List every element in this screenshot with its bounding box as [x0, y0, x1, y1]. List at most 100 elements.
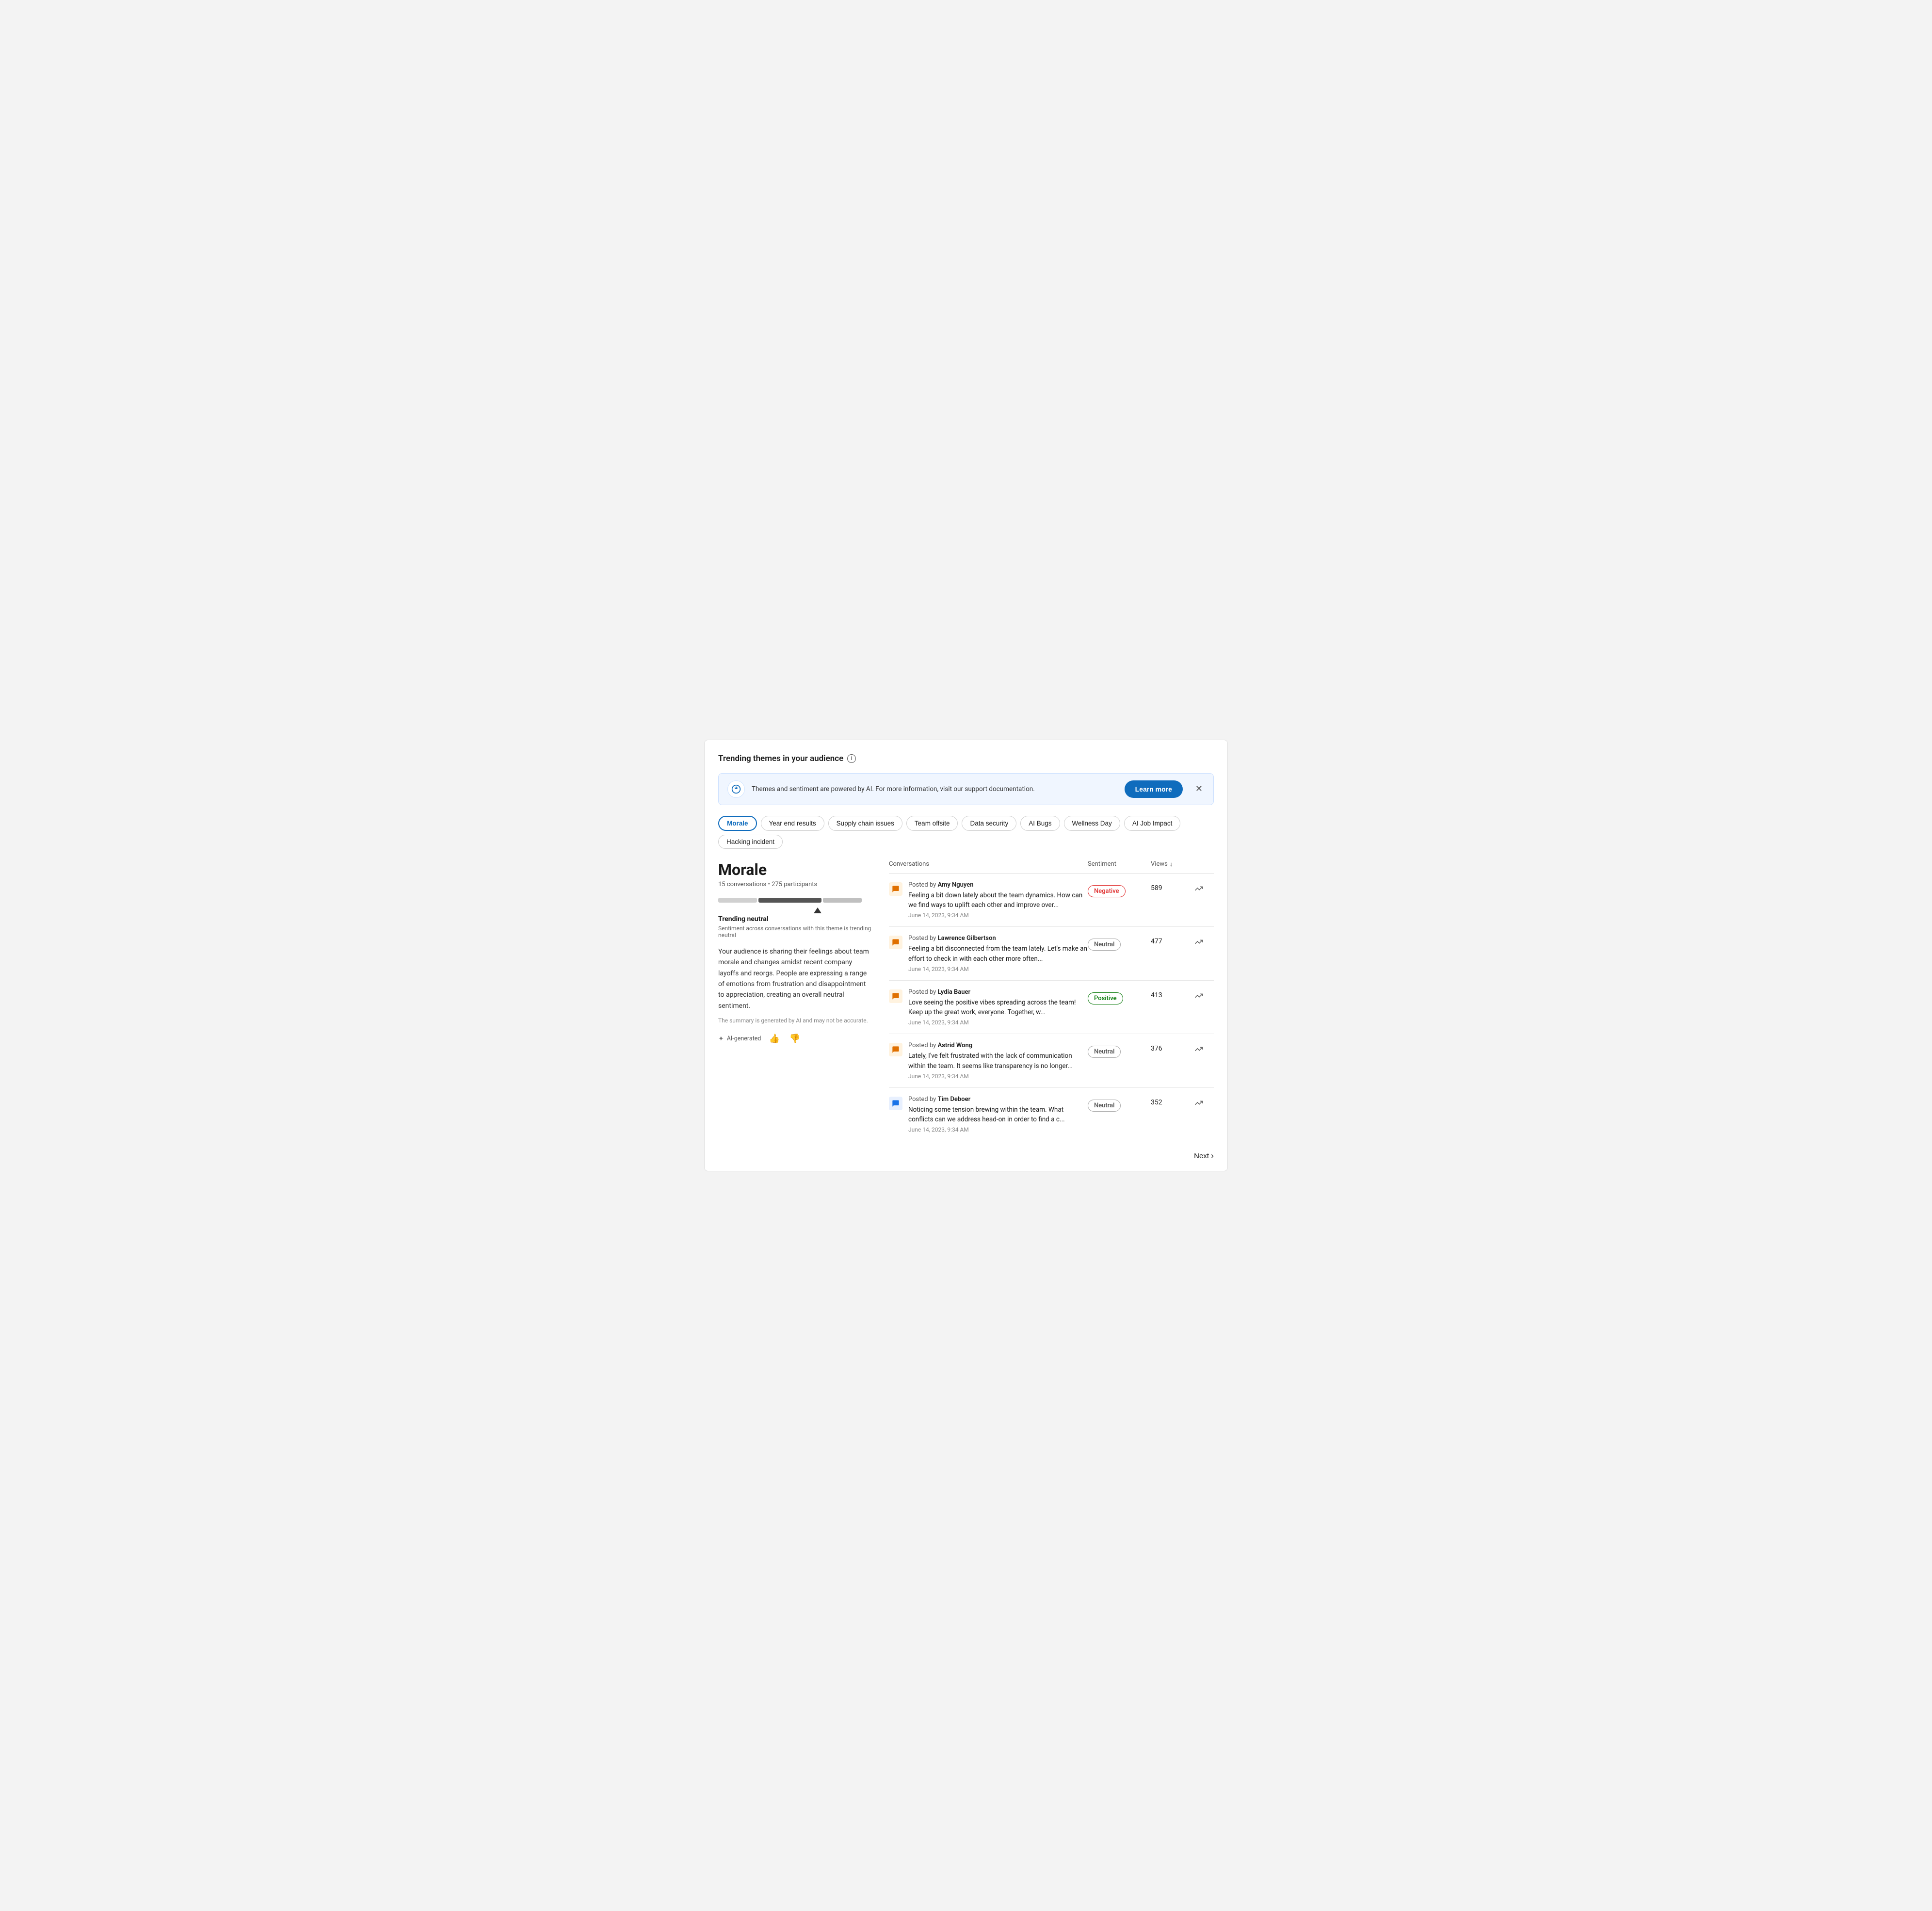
- conv-text: Feeling a bit down lately about the team…: [908, 891, 1088, 910]
- conv-views: 413: [1151, 988, 1194, 999]
- trending-label: Trending neutral: [718, 915, 873, 923]
- sentiment-bar-container: [718, 896, 873, 913]
- tag-ai-job-impact[interactable]: AI Job Impact: [1124, 816, 1181, 831]
- sentiment-badge: Negative: [1088, 885, 1126, 897]
- thumbs-down-button[interactable]: 👎: [788, 1032, 802, 1046]
- ai-badge-label: AI-generated: [727, 1035, 761, 1042]
- learn-more-button[interactable]: Learn more: [1125, 780, 1183, 798]
- page-title-text: Trending themes in your audience: [718, 754, 843, 763]
- right-panel: Conversations Sentiment Views ↓ Posted b…: [889, 860, 1214, 1162]
- left-panel: Morale 15 conversations • 275 participan…: [718, 860, 873, 1162]
- conversations-list: Posted by Amy Nguyen Feeling a bit down …: [889, 874, 1214, 1142]
- tag-ai-bugs[interactable]: AI Bugs: [1020, 816, 1060, 831]
- sentiment-badge: Neutral: [1088, 939, 1121, 951]
- trending-sublabel: Sentiment across conversations with this…: [718, 925, 873, 939]
- table-row: Posted by Tim Deboer Noticing some tensi…: [889, 1088, 1214, 1142]
- conv-text: Love seeing the positive vibes spreading…: [908, 998, 1088, 1018]
- conv-main: Posted by Tim Deboer Noticing some tensi…: [889, 1096, 1088, 1134]
- banner-text: Themes and sentiment are powered by AI. …: [752, 785, 1118, 793]
- thumbs-up-button[interactable]: 👍: [767, 1032, 781, 1046]
- banner-icon: [727, 780, 745, 798]
- conv-views: 376: [1151, 1042, 1194, 1053]
- conv-date: June 14, 2023, 9:34 AM: [908, 1073, 1088, 1080]
- bar-indicator: [718, 907, 873, 913]
- conv-views: 477: [1151, 935, 1194, 945]
- tag-team-offsite[interactable]: Team offsite: [906, 816, 958, 831]
- tag-year-end-results[interactable]: Year end results: [761, 816, 824, 831]
- tags-section: Morale Year end results Supply chain issue…: [718, 816, 1214, 849]
- bar-negative: [718, 898, 757, 903]
- sentiment-cell: Neutral: [1088, 1042, 1151, 1058]
- conv-main: Posted by Astrid Wong Lately, I've felt …: [889, 1042, 1088, 1080]
- conv-action[interactable]: [1194, 988, 1214, 1002]
- trend-icon[interactable]: [1194, 938, 1203, 948]
- trend-icon[interactable]: [1194, 1099, 1203, 1109]
- table-header: Conversations Sentiment Views ↓: [889, 860, 1214, 874]
- trend-icon[interactable]: [1194, 884, 1203, 895]
- sentiment-bar: [718, 896, 873, 905]
- table-row: Posted by Astrid Wong Lately, I've felt …: [889, 1034, 1214, 1088]
- content-area: Morale 15 conversations • 275 participan…: [718, 860, 1214, 1162]
- col-conversations: Conversations: [889, 860, 1088, 868]
- conv-action[interactable]: [1194, 881, 1214, 895]
- tag-morale[interactable]: Morale: [718, 816, 757, 831]
- conv-main: Posted by Lawrence Gilbertson Feeling a …: [889, 935, 1088, 972]
- bar-positive: [823, 898, 862, 903]
- conv-action[interactable]: [1194, 1042, 1214, 1055]
- tags-row-1: Morale Year end results Supply chain issue…: [718, 816, 1214, 831]
- sentiment-cell: Neutral: [1088, 935, 1151, 951]
- ai-sparkle-icon: ✦: [718, 1035, 724, 1043]
- tag-wellness-day[interactable]: Wellness Day: [1064, 816, 1120, 831]
- sentiment-badge: Neutral: [1088, 1046, 1121, 1058]
- page-title: Trending themes in your audience i: [718, 754, 1214, 763]
- conv-date: June 14, 2023, 9:34 AM: [908, 1019, 1088, 1026]
- next-label: Next: [1194, 1152, 1209, 1160]
- conv-body: Posted by Lawrence Gilbertson Feeling a …: [908, 935, 1088, 972]
- bar-triangle: [814, 907, 821, 913]
- conv-author: Posted by Astrid Wong: [908, 1042, 1088, 1049]
- col-sentiment: Sentiment: [1088, 860, 1151, 868]
- tags-row-2: Hacking incident: [718, 835, 1214, 849]
- conv-author: Posted by Lawrence Gilbertson: [908, 935, 1088, 942]
- conv-action[interactable]: [1194, 935, 1214, 948]
- sentiment-cell: Positive: [1088, 988, 1151, 1004]
- table-row: Posted by Amy Nguyen Feeling a bit down …: [889, 874, 1214, 927]
- tag-supply-chain-issues[interactable]: Supply chain issues: [828, 816, 902, 831]
- theme-name: Morale: [718, 860, 873, 879]
- conv-icon: [889, 1097, 902, 1110]
- theme-summary: Your audience is sharing their feelings …: [718, 946, 873, 1011]
- conv-text: Noticing some tension brewing within the…: [908, 1105, 1088, 1125]
- pagination-row: Next ›: [889, 1151, 1214, 1161]
- conv-icon: [889, 882, 902, 896]
- conv-icon: [889, 936, 902, 949]
- conv-author: Posted by Tim Deboer: [908, 1096, 1088, 1103]
- close-banner-button[interactable]: ✕: [1193, 782, 1205, 796]
- conv-date: June 14, 2023, 9:34 AM: [908, 966, 1088, 972]
- trend-icon[interactable]: [1194, 991, 1203, 1002]
- conv-body: Posted by Amy Nguyen Feeling a bit down …: [908, 881, 1088, 919]
- next-button[interactable]: Next ›: [1194, 1151, 1214, 1161]
- conv-icon: [889, 1043, 902, 1056]
- chevron-right-icon: ›: [1211, 1151, 1214, 1161]
- conv-body: Posted by Tim Deboer Noticing some tensi…: [908, 1096, 1088, 1134]
- sentiment-cell: Neutral: [1088, 1096, 1151, 1112]
- conv-text: Lately, I've felt frustrated with the la…: [908, 1051, 1088, 1071]
- tag-data-security[interactable]: Data security: [962, 816, 1016, 831]
- conv-views: 589: [1151, 881, 1194, 892]
- participants-count: 275 participants: [772, 881, 817, 888]
- col-views[interactable]: Views ↓: [1151, 860, 1194, 868]
- conv-author: Posted by Amy Nguyen: [908, 881, 1088, 889]
- conv-views: 352: [1151, 1096, 1194, 1106]
- conv-text: Feeling a bit disconnected from the team…: [908, 944, 1088, 964]
- conv-date: June 14, 2023, 9:34 AM: [908, 912, 1088, 919]
- conv-body: Posted by Lydia Bauer Love seeing the po…: [908, 988, 1088, 1026]
- conv-main: Posted by Lydia Bauer Love seeing the po…: [889, 988, 1088, 1026]
- sentiment-badge: Neutral: [1088, 1100, 1121, 1112]
- trend-icon[interactable]: [1194, 1045, 1203, 1055]
- info-icon[interactable]: i: [847, 754, 856, 763]
- tag-hacking-incident[interactable]: Hacking incident: [718, 835, 783, 849]
- ai-banner: Themes and sentiment are powered by AI. …: [718, 773, 1214, 805]
- conv-main: Posted by Amy Nguyen Feeling a bit down …: [889, 881, 1088, 919]
- conversations-count: 15 conversations: [718, 881, 766, 888]
- conv-action[interactable]: [1194, 1096, 1214, 1109]
